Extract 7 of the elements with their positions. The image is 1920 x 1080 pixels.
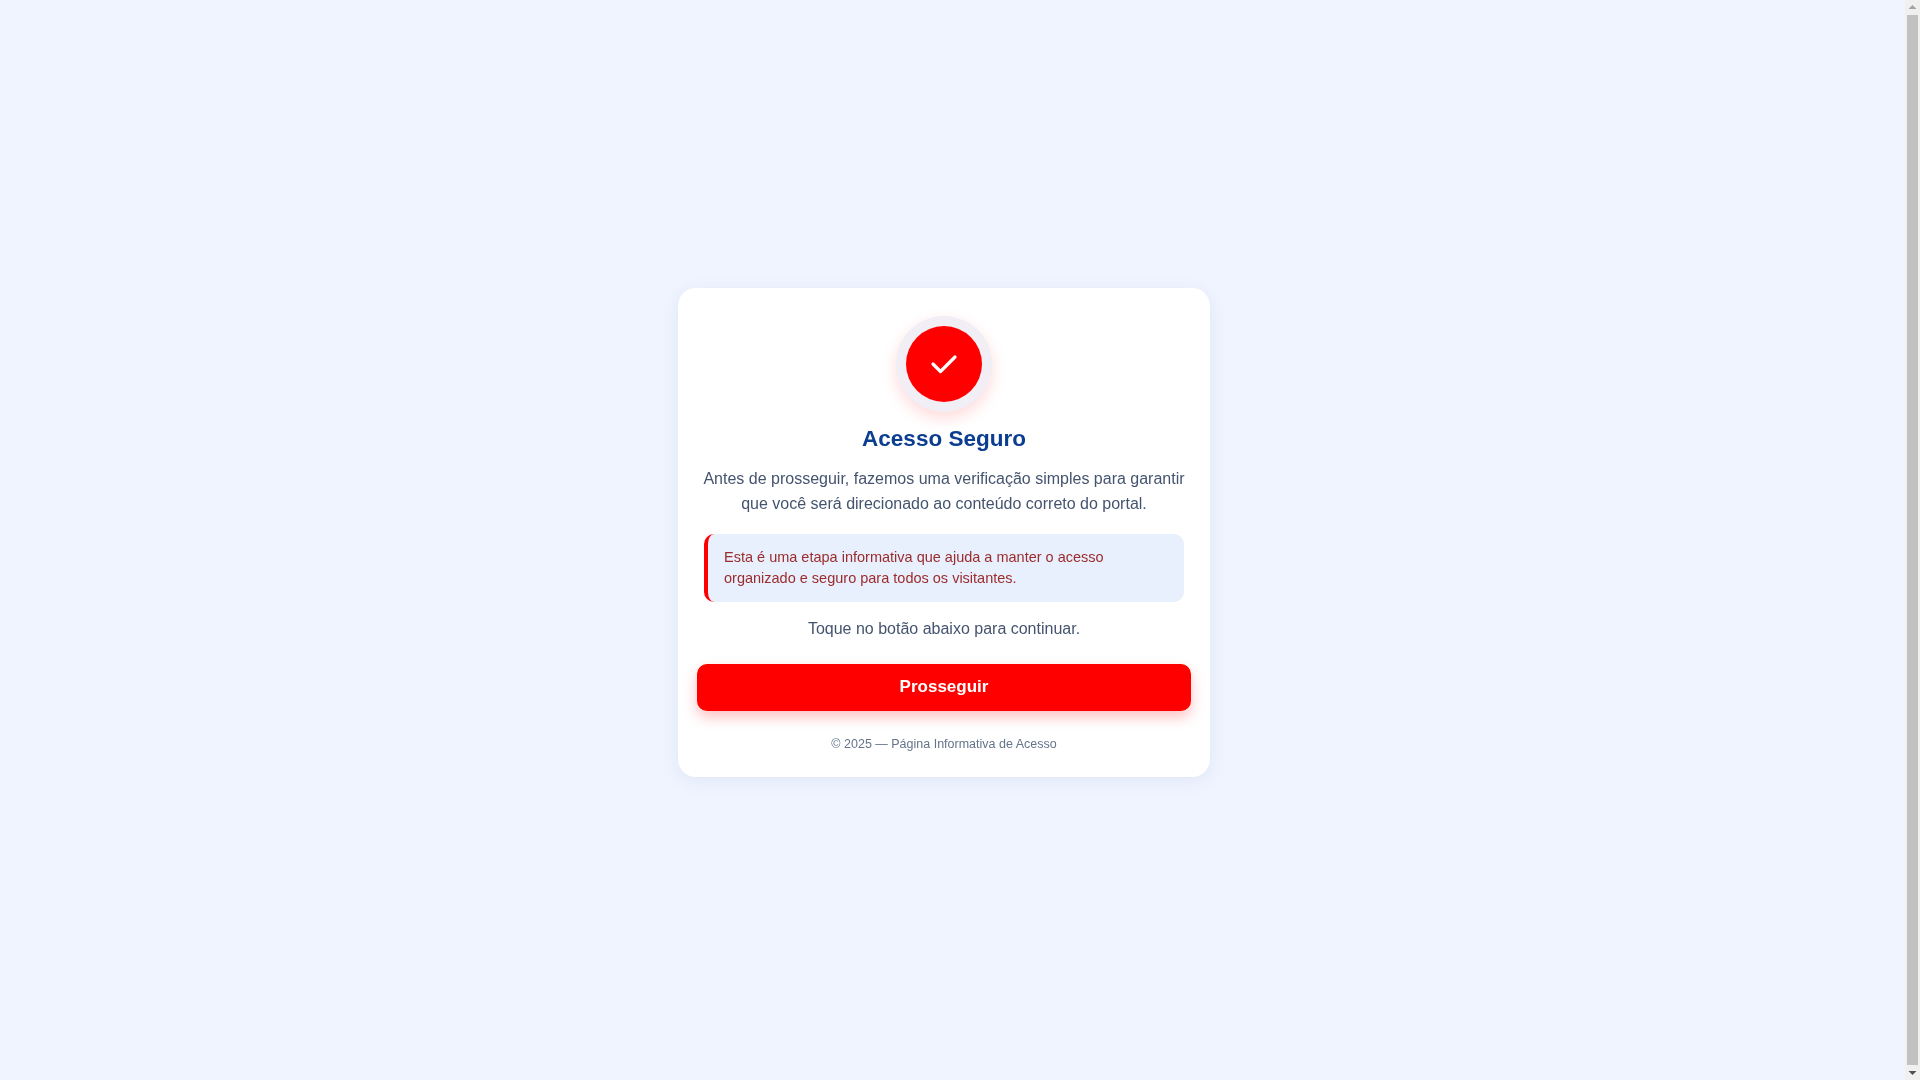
prompt-text: Toque no botão abaixo para continuar. xyxy=(807,619,1081,638)
notice-text: Esta é uma etapa informativa que ajuda a manter o acesso organizado e seguro para todos os visitantes. xyxy=(704,533,1184,602)
footer-text: © 2025 — Página Informativa de Acesso xyxy=(831,736,1057,751)
intro-text: Antes de prosseguir, fazemos uma verificação simples para garantir que você será direcionado ao conteúdo correto do portal. xyxy=(702,468,1186,514)
card-title: Acesso Seguro xyxy=(862,425,1026,452)
scrollbar-drawing[interactable] xyxy=(1905,0,1920,1080)
continue-button[interactable]: Prosseguir xyxy=(697,663,1191,711)
